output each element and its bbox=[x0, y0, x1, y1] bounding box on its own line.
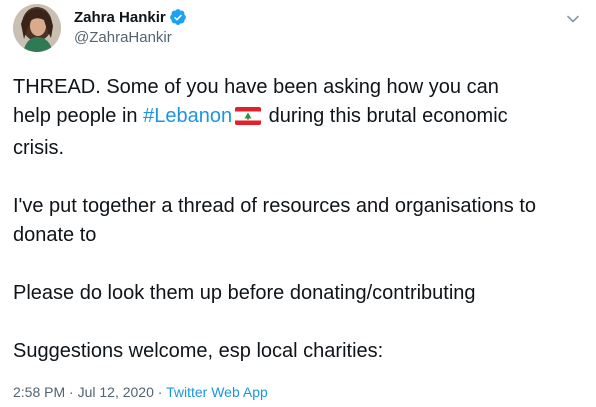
meta-separator: · bbox=[65, 384, 78, 400]
hashtag-link[interactable]: #Lebanon bbox=[143, 105, 232, 127]
meta-separator: · bbox=[153, 384, 167, 400]
tweet-meta: 2:58 PM · Jul 12, 2020 · Twitter Web App bbox=[13, 384, 268, 400]
avatar[interactable] bbox=[13, 4, 61, 52]
tweet-text-segment: help people in bbox=[13, 105, 144, 127]
lebanon-flag-icon bbox=[235, 105, 262, 134]
tweet-line-1: THREAD. Some of you have been asking how… bbox=[13, 76, 499, 98]
tweet-paragraph-2: I've put together a thread of resources … bbox=[13, 195, 537, 246]
name-row: Zahra Hankir bbox=[74, 6, 187, 28]
tweet-line-3: crisis. bbox=[13, 137, 65, 159]
tweet-paragraph-4: Suggestions welcome, esp local charities… bbox=[13, 340, 384, 362]
tweet-date[interactable]: Jul 12, 2020 bbox=[78, 384, 154, 400]
tweet-time[interactable]: 2:58 PM bbox=[13, 384, 65, 400]
chevron-down-icon[interactable] bbox=[566, 12, 580, 26]
author-block: Zahra Hankir @ZahraHankir bbox=[74, 6, 187, 46]
handle[interactable]: @ZahraHankir bbox=[74, 29, 187, 46]
tweet-line-2: help people in #Lebanon during this brut… bbox=[13, 102, 588, 134]
tweet-text-segment: during this brutal economic bbox=[263, 105, 508, 127]
tweet-source-link[interactable]: Twitter Web App bbox=[166, 384, 268, 400]
tweet-paragraph-3: Please do look them up before donating/c… bbox=[13, 282, 476, 304]
tweet-text: THREAD. Some of you have been asking how… bbox=[13, 73, 588, 366]
verified-badge-icon bbox=[169, 8, 187, 26]
display-name[interactable]: Zahra Hankir bbox=[74, 9, 166, 26]
tweet-card: Zahra Hankir @ZahraHankir THREAD. Some o… bbox=[0, 0, 596, 407]
